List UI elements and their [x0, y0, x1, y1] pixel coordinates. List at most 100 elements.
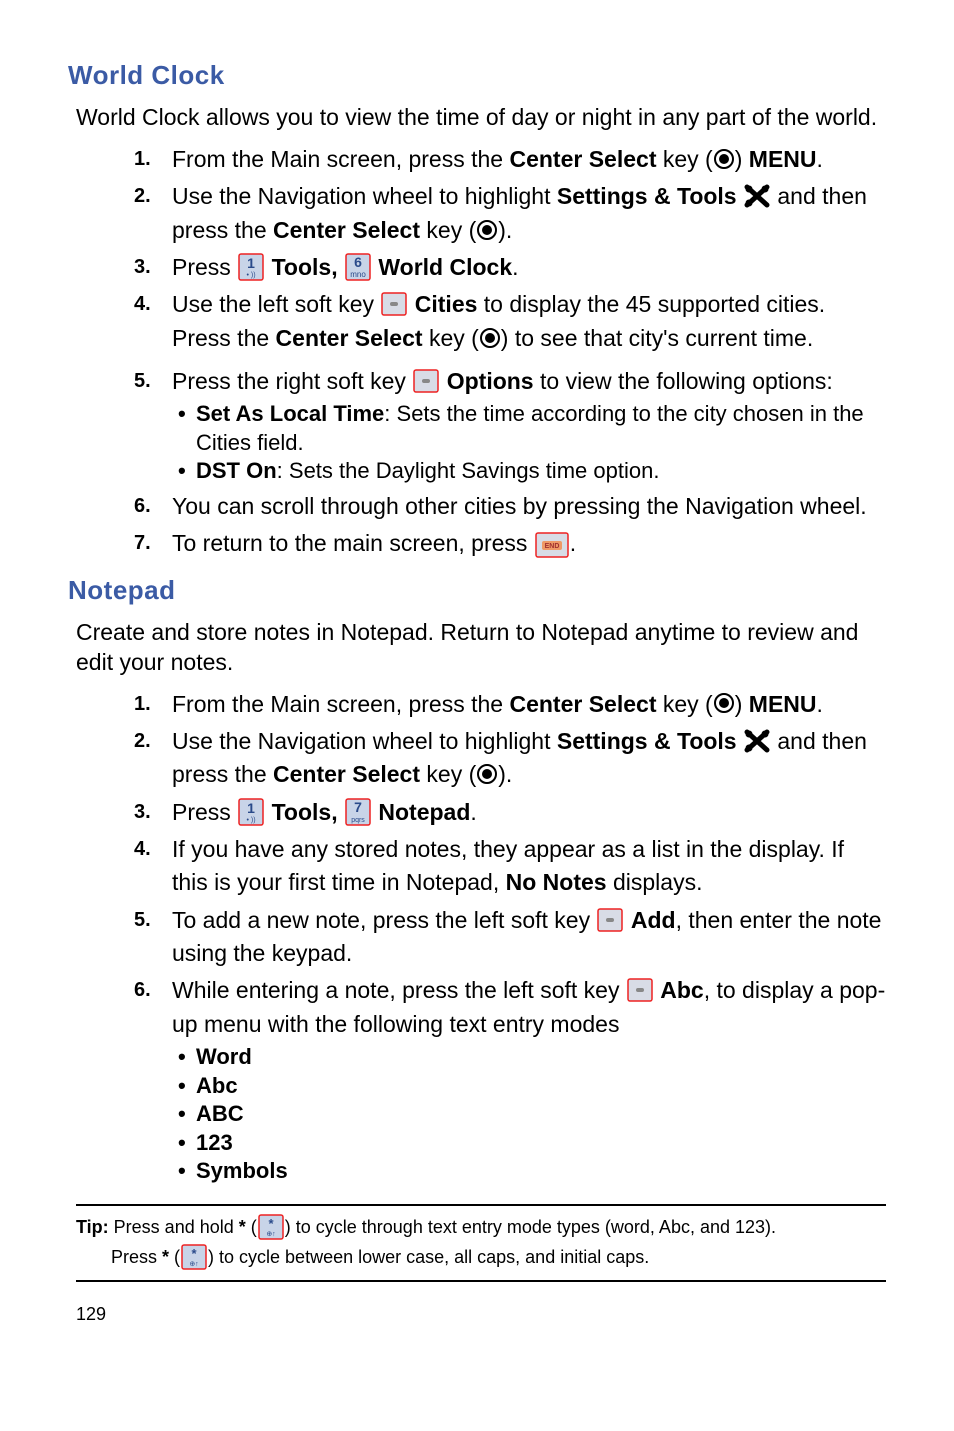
tip-box: Tip: Press and hold * (*⊕↑) to cycle thr… [76, 1204, 886, 1283]
sub-bullet: •Word [172, 1043, 886, 1072]
step-text-bold: Tools, [272, 799, 338, 825]
key-1-icon: 1• )) [237, 797, 265, 827]
center-select-icon [713, 148, 735, 170]
right-softkey-icon [412, 368, 440, 394]
tip-text: ) to cycle between lower case, all caps,… [208, 1247, 649, 1267]
svg-text:• )): • )) [247, 272, 256, 279]
step-text: key ( [656, 691, 712, 717]
list-item: 2. Use the Navigation wheel to highlight… [134, 180, 886, 247]
step-text: While entering a note, press the left so… [172, 977, 626, 1003]
step-text-bold: Notepad [378, 799, 470, 825]
sub-bullet: •ABC [172, 1100, 886, 1129]
step-text-bold: Center Select [273, 217, 420, 243]
tools-icon [743, 728, 771, 754]
step-text: To return to the main screen, press [172, 530, 534, 556]
step-text-bold: Center Select [273, 761, 420, 787]
step-text: key ( [423, 325, 479, 351]
svg-text:mno: mno [350, 270, 366, 279]
bullet-text: : Sets the Daylight Savings time option. [277, 458, 660, 483]
tip-text: ( [246, 1217, 257, 1237]
step-text-bold: Center Select [509, 146, 656, 172]
step-text-bold: Center Select [276, 325, 423, 351]
bullet-label: Abc [196, 1073, 238, 1098]
svg-text:7: 7 [354, 799, 362, 815]
center-select-icon [479, 327, 501, 349]
step-number: 6. [134, 976, 151, 1005]
tools-icon [743, 183, 771, 209]
tip-text: ( [169, 1247, 180, 1267]
step-text-bold: MENU [749, 146, 817, 172]
step-text: Use the Navigation wheel to highlight [172, 183, 557, 209]
left-softkey-icon [626, 977, 654, 1003]
world-clock-heading: World Clock [68, 60, 886, 91]
step-number: 5. [134, 906, 151, 935]
step-text-bold: Abc [660, 977, 703, 1003]
left-softkey-icon [380, 291, 408, 317]
step-text-bold: Settings & Tools [557, 728, 737, 754]
step-text: . [570, 530, 576, 556]
tip-text-bold: * [239, 1217, 246, 1237]
end-key-icon: END [534, 531, 570, 559]
step-text-bold: Add [631, 907, 676, 933]
step-text: ). [498, 217, 512, 243]
list-item: 4. Use the left soft key Cities to displ… [134, 288, 886, 355]
list-item: 3. Press 1• )) Tools, 6mno World Clock. [134, 251, 886, 284]
sub-bullet: •Set As Local Time: Sets the time accord… [172, 400, 886, 457]
step-text: Press [172, 254, 237, 280]
center-select-icon [476, 219, 498, 241]
step-text: ) [735, 691, 749, 717]
list-item: 6. While entering a note, press the left… [134, 974, 886, 1186]
key-7-icon: 7pqrs [344, 797, 372, 827]
step-text-bold: Settings & Tools [557, 183, 737, 209]
step-text-bold: World Clock [378, 254, 512, 280]
step-text: From the Main screen, press the [172, 146, 509, 172]
step-text: . [512, 254, 518, 280]
world-clock-intro: World Clock allows you to view the time … [76, 103, 886, 133]
tip-text: Press [111, 1247, 162, 1267]
step-number: 7. [134, 529, 151, 558]
svg-text:6: 6 [354, 254, 362, 270]
step-text: Use the Navigation wheel to highlight [172, 728, 557, 754]
sub-bullet: •DST On: Sets the Daylight Savings time … [172, 457, 886, 486]
bullet-label: Symbols [196, 1158, 288, 1183]
tip-text-bold: * [162, 1247, 169, 1267]
step-number: 2. [134, 727, 151, 756]
center-select-icon [713, 692, 735, 714]
step-text: ). [498, 761, 512, 787]
step-text-bold: Center Select [509, 691, 656, 717]
list-item: 4. If you have any stored notes, they ap… [134, 833, 886, 900]
step-text-bold: Tools, [272, 254, 338, 280]
step-text-bold: No Notes [506, 869, 607, 895]
star-key-icon: *⊕↑ [257, 1213, 285, 1241]
step-text: key ( [420, 761, 476, 787]
step-number: 5. [134, 367, 151, 396]
step-text-bold: Cities [415, 291, 478, 317]
step-number: 1. [134, 690, 151, 719]
bullet-label: Set As Local Time [196, 401, 384, 426]
step-text: Use the left soft key [172, 291, 380, 317]
step-text: displays. [607, 869, 703, 895]
step-number: 4. [134, 290, 151, 319]
center-select-icon [476, 763, 498, 785]
notepad-steps: 1. From the Main screen, press the Cente… [134, 688, 886, 1186]
step-number: 6. [134, 492, 151, 521]
step-text-bold: MENU [749, 691, 817, 717]
left-softkey-icon [596, 907, 624, 933]
key-1-icon: 1• )) [237, 252, 265, 282]
svg-text:⊕↑: ⊕↑ [266, 1231, 275, 1238]
step-text: Press [172, 799, 237, 825]
step-text: to view the following options: [534, 368, 833, 394]
step-text: key ( [420, 217, 476, 243]
list-item: 1. From the Main screen, press the Cente… [134, 143, 886, 176]
key-6-icon: 6mno [344, 252, 372, 282]
list-item: 6. You can scroll through other cities b… [134, 490, 886, 523]
step-number: 4. [134, 835, 151, 864]
step-text: You can scroll through other cities by p… [172, 493, 867, 519]
svg-text:1: 1 [247, 800, 255, 816]
bullet-label: ABC [196, 1101, 244, 1126]
star-key-icon: *⊕↑ [180, 1243, 208, 1271]
list-item: 5. To add a new note, press the left sof… [134, 904, 886, 971]
sub-bullet: •Symbols [172, 1157, 886, 1186]
step-text: To add a new note, press the left soft k… [172, 907, 596, 933]
sub-bullet: •Abc [172, 1072, 886, 1101]
